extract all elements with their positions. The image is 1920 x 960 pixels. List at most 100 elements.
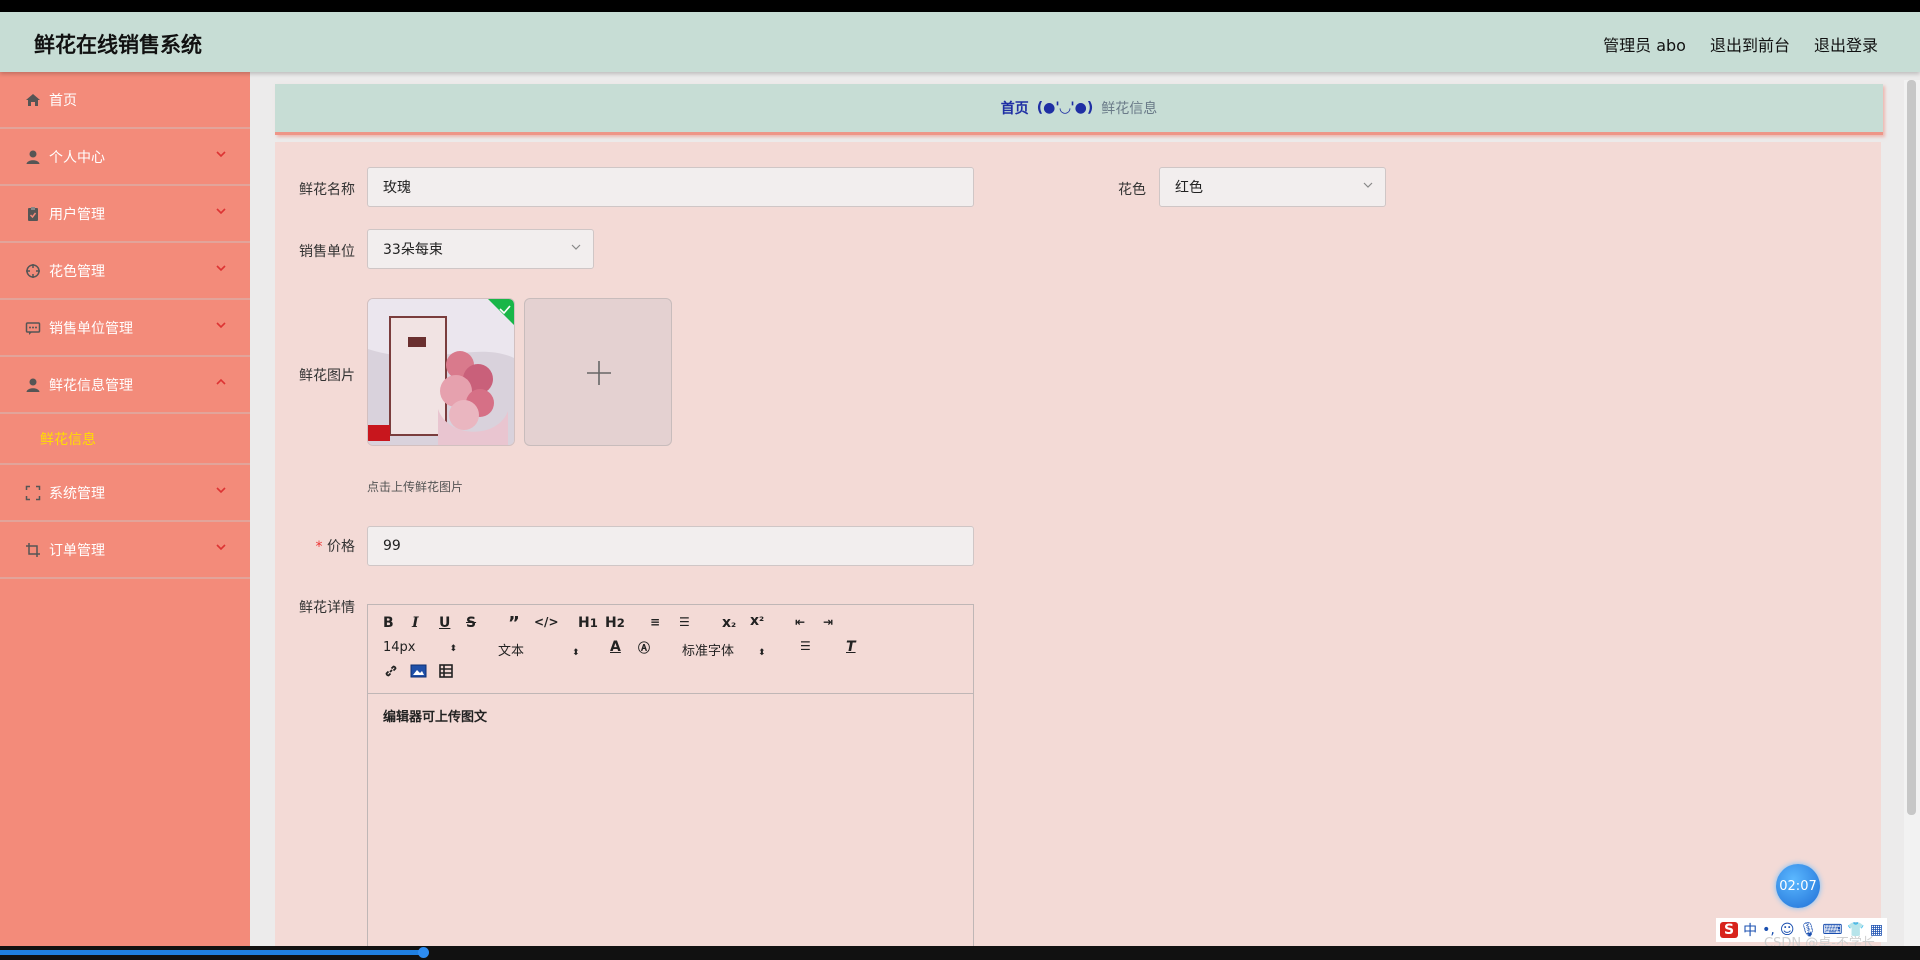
ime-logo: S bbox=[1720, 922, 1739, 938]
uploaded-flower-image[interactable] bbox=[367, 298, 515, 446]
chevron-down-icon bbox=[216, 544, 226, 551]
admin-account[interactable]: 管理员 abo bbox=[1603, 32, 1686, 56]
exit-to-front-link[interactable]: 退出到前台 bbox=[1710, 32, 1790, 56]
breadcrumb-separator: (●'◡'●) bbox=[1036, 100, 1094, 116]
header-actions: 管理员 abo 退出到前台 退出登录 bbox=[1603, 32, 1878, 56]
sidebar-item-flower-info-management[interactable]: 鲜花信息管理 bbox=[0, 357, 250, 414]
code-block-icon[interactable]: </> bbox=[534, 615, 559, 629]
sidebar-item-sales-unit[interactable]: 销售单位管理 bbox=[0, 300, 250, 357]
image-upload-hint: 点击上传鲜花图片 bbox=[367, 480, 464, 494]
flower-image-label: 鲜花图片 bbox=[299, 368, 355, 384]
image-icon[interactable] bbox=[410, 663, 428, 683]
editor-content[interactable]: 编辑器可上传图文 bbox=[368, 694, 973, 737]
sidebar-item-label: 订单管理 bbox=[49, 542, 105, 559]
chevron-down-icon bbox=[216, 487, 226, 494]
fullscreen-icon bbox=[24, 484, 42, 502]
sort-arrows-icon: ⬍ bbox=[758, 648, 766, 658]
upload-image-button[interactable] bbox=[524, 298, 672, 446]
page-scrollbar[interactable] bbox=[1904, 80, 1920, 946]
clear-format-icon[interactable]: T bbox=[846, 639, 856, 655]
progress-handle[interactable] bbox=[418, 947, 429, 958]
flower-name-input[interactable]: 玫瑰 bbox=[367, 167, 974, 207]
block-type-select[interactable]: 文本 ⬍ bbox=[498, 640, 580, 659]
sales-unit-value: 33朵每束 bbox=[383, 242, 443, 258]
clipboard-icon bbox=[24, 205, 42, 223]
superscript-icon[interactable]: x² bbox=[750, 613, 764, 629]
user-icon bbox=[24, 148, 42, 166]
italic-icon[interactable]: I bbox=[412, 615, 419, 631]
indent-icon[interactable]: ⇥ bbox=[823, 615, 833, 629]
rich-text-editor[interactable]: B I U S ” </> H1 H2 ≡ ☰ x₂ x² ⇤ ⇥ 14px ⬍ … bbox=[367, 604, 974, 946]
ordered-list-icon[interactable]: ≡ bbox=[650, 615, 660, 629]
sidebar-item-home[interactable]: 首页 bbox=[0, 72, 250, 129]
underline-icon[interactable]: U bbox=[439, 615, 450, 631]
chevron-up-icon bbox=[216, 378, 226, 385]
price-input[interactable]: 99 bbox=[367, 526, 974, 566]
logout-link[interactable]: 退出登录 bbox=[1814, 32, 1878, 56]
sidebar-item-label: 用户管理 bbox=[49, 206, 105, 223]
breadcrumb-home[interactable]: 首页 bbox=[1001, 98, 1029, 118]
heading2-icon[interactable]: H2 bbox=[605, 615, 625, 631]
outdent-icon[interactable]: ⇤ bbox=[795, 615, 805, 629]
flower-name-label: 鲜花名称 bbox=[299, 182, 355, 198]
bold-icon[interactable]: B bbox=[383, 615, 394, 631]
subscript-icon[interactable]: x₂ bbox=[722, 615, 736, 631]
flower-form: 鲜花名称 玫瑰 花色 红色 销售单位 33朵每束 鲜花图片 点击上传鲜花图片 *… bbox=[275, 142, 1881, 946]
sidebar-subitem-flower-info[interactable]: 鲜花信息 bbox=[0, 414, 250, 465]
breadcrumb: 首页 (●'◡'●) 鲜花信息 bbox=[275, 84, 1883, 135]
chevron-down-icon bbox=[571, 244, 581, 250]
breadcrumb-current: 鲜花信息 bbox=[1101, 101, 1158, 117]
align-icon[interactable]: ☰ bbox=[800, 639, 811, 653]
message-icon bbox=[24, 319, 42, 337]
chevron-down-icon bbox=[216, 208, 226, 215]
flower-color-label: 花色 bbox=[1118, 182, 1146, 198]
flower-color-select[interactable]: 红色 bbox=[1159, 167, 1386, 207]
blockquote-icon[interactable]: ” bbox=[508, 613, 520, 634]
unordered-list-icon[interactable]: ☰ bbox=[679, 615, 690, 629]
home-icon bbox=[24, 91, 42, 109]
recording-timer[interactable]: 02:07 bbox=[1776, 864, 1820, 908]
crop-icon bbox=[24, 541, 42, 559]
chevron-down-icon bbox=[216, 322, 226, 329]
sidebar-item-flower-color[interactable]: 花色管理 bbox=[0, 243, 250, 300]
video-progress-bar[interactable] bbox=[0, 946, 1920, 960]
font-family-select[interactable]: 标准字体 ⬍ bbox=[682, 640, 766, 659]
user-icon bbox=[24, 376, 42, 394]
editor-toolbar: B I U S ” </> H1 H2 ≡ ☰ x₂ x² ⇤ ⇥ 14px ⬍ … bbox=[368, 605, 973, 694]
sidebar-item-user-management[interactable]: 用户管理 bbox=[0, 186, 250, 243]
scrollbar-thumb[interactable] bbox=[1907, 80, 1916, 815]
background-color-icon[interactable]: Ⓐ bbox=[638, 639, 650, 656]
progress-fill bbox=[0, 950, 424, 955]
price-label-text: 价格 bbox=[327, 539, 355, 555]
top-header: 鲜花在线销售系统 管理员 abo 退出到前台 退出登录 bbox=[0, 12, 1920, 72]
ime-language[interactable]: 中 bbox=[1743, 920, 1757, 940]
price-label: * 价格 bbox=[275, 536, 355, 556]
link-icon[interactable] bbox=[383, 663, 399, 683]
watermark: CSDN @卓-不学长 bbox=[1764, 936, 1875, 946]
sidebar-item-personal-center[interactable]: 个人中心 bbox=[0, 129, 250, 186]
sidebar-item-label: 花色管理 bbox=[49, 263, 105, 280]
sales-unit-label: 销售单位 bbox=[299, 244, 355, 260]
font-color-icon[interactable]: A bbox=[610, 639, 621, 655]
sidebar-item-system-management[interactable]: 系统管理 bbox=[0, 465, 250, 522]
strikethrough-icon[interactable]: S bbox=[466, 615, 476, 631]
sidebar-item-label: 销售单位管理 bbox=[49, 320, 133, 337]
video-icon[interactable] bbox=[438, 663, 454, 683]
sidebar-item-label: 首页 bbox=[49, 92, 77, 109]
sidebar: 首页 个人中心 用户管理 花色管理 销售单位管理 鲜花信息管理 鲜花信息 系统管… bbox=[0, 72, 250, 946]
required-mark: * bbox=[315, 539, 323, 555]
flower-detail-label: 鲜花详情 bbox=[299, 600, 355, 616]
sort-arrows-icon: ⬍ bbox=[449, 644, 458, 654]
sales-unit-select[interactable]: 33朵每束 bbox=[367, 229, 594, 269]
bouquet-image bbox=[368, 299, 514, 445]
plus-icon bbox=[587, 361, 611, 385]
chevron-down-icon bbox=[216, 265, 226, 272]
heading1-icon[interactable]: H1 bbox=[578, 615, 598, 631]
sidebar-item-label: 个人中心 bbox=[49, 149, 105, 166]
sidebar-item-order-management[interactable]: 订单管理 bbox=[0, 522, 250, 579]
sort-arrows-icon: ⬍ bbox=[572, 648, 580, 658]
font-size-select[interactable]: 14px ⬍ bbox=[383, 640, 457, 655]
chevron-down-icon bbox=[216, 151, 226, 158]
app-title: 鲜花在线销售系统 bbox=[34, 33, 202, 57]
sidebar-item-label: 鲜花信息管理 bbox=[49, 377, 133, 394]
